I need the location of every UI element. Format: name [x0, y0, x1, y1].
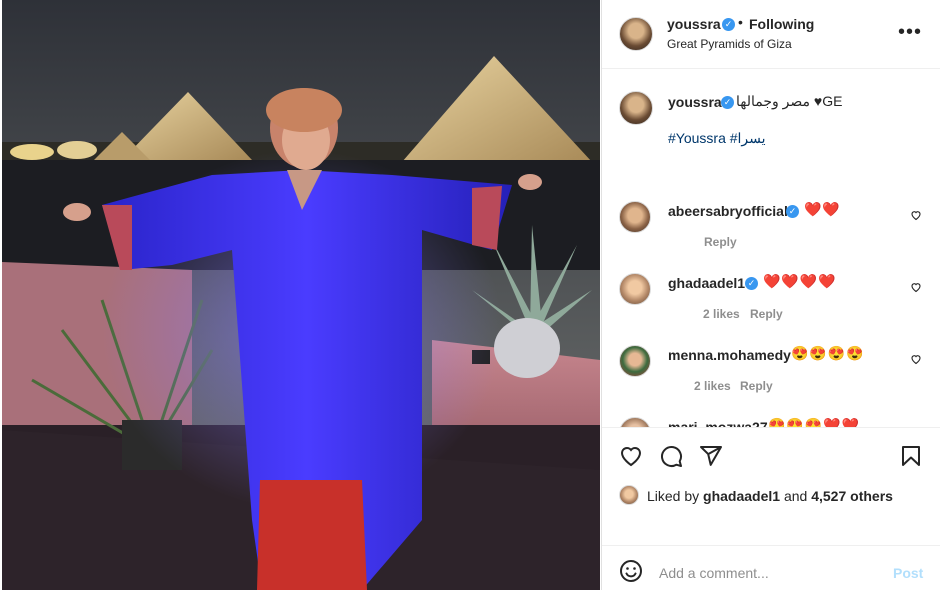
likes-prefix: Liked by: [647, 488, 700, 504]
separator-dot: •: [738, 14, 743, 30]
commenter-username[interactable]: mari_mozwa27: [668, 419, 768, 427]
comment-text: ❤️❤️: [804, 201, 841, 217]
comment-like-heart-icon[interactable]: [910, 353, 922, 365]
commenter-username[interactable]: abeersabryofficial: [668, 203, 788, 219]
likes-middle: and: [783, 488, 808, 504]
author-avatar[interactable]: [619, 17, 653, 51]
reply-button[interactable]: Reply: [750, 307, 783, 321]
caption-hashtags[interactable]: #Youssra #يسرا: [668, 130, 766, 147]
verified-badge-icon: ✓: [786, 205, 799, 218]
verified-badge-icon: ✓: [721, 96, 734, 109]
post-side-panel: youssra ✓ • Following Great Pyramids of …: [601, 0, 940, 590]
post-caption: youssra ✓ مصر وجمالها ♥︎GE #Youssra #يسر…: [602, 69, 940, 189]
caption-author-avatar[interactable]: [619, 91, 653, 125]
commenter-avatar[interactable]: [619, 345, 651, 377]
likes-others-count[interactable]: 4,527 others: [811, 488, 893, 504]
pyramids-night-scene: [2, 0, 600, 590]
reply-button[interactable]: Reply: [704, 235, 737, 249]
comment-like-heart-icon[interactable]: [910, 209, 922, 221]
comments-list[interactable]: abeersabryofficial ✓ ❤️❤️ Reply ghadaade…: [602, 189, 940, 427]
post-actions: Liked by ghadaadel1 and 4,527 others: [602, 427, 940, 545]
comment-item: abeersabryofficial ✓ ❤️❤️ Reply: [602, 189, 940, 261]
bookmark-icon[interactable]: [899, 444, 923, 468]
comment-text: 😍😍😍❤️❤️: [768, 417, 861, 427]
heart-icon[interactable]: [619, 444, 643, 468]
comment-icon[interactable]: [659, 444, 683, 468]
comment-like-heart-icon[interactable]: [910, 281, 922, 293]
post-photo[interactable]: [2, 0, 600, 590]
following-button[interactable]: Following: [749, 16, 814, 32]
add-comment-bar: Add a comment... Post: [602, 545, 940, 590]
author-username[interactable]: youssra: [667, 16, 721, 32]
smile-icon[interactable]: [619, 559, 643, 583]
commenter-avatar[interactable]: [619, 201, 651, 233]
add-comment-input[interactable]: Add a comment...: [659, 565, 769, 581]
liker-username[interactable]: ghadaadel1: [703, 488, 780, 504]
comment-likes-count[interactable]: 2 likes: [703, 307, 740, 321]
post-comment-button[interactable]: Post: [893, 565, 923, 581]
more-options-icon[interactable]: •••: [898, 22, 922, 42]
location-link[interactable]: Great Pyramids of Giza: [667, 37, 792, 51]
reply-button[interactable]: Reply: [740, 379, 773, 393]
commenter-avatar[interactable]: [619, 417, 651, 427]
comment-item: ghadaadel1 ✓ ❤️❤️❤️❤️ 2 likes Reply: [602, 261, 940, 333]
share-icon[interactable]: [699, 444, 723, 468]
verified-badge-icon: ✓: [722, 18, 735, 31]
commenter-username[interactable]: menna.mohamedy: [668, 347, 791, 363]
verified-badge-icon: ✓: [745, 277, 758, 290]
comment-likes-count[interactable]: 2 likes: [694, 379, 731, 393]
comment-text: ❤️❤️❤️❤️: [763, 273, 837, 289]
commenter-avatar[interactable]: [619, 273, 651, 305]
liker-avatar: [619, 485, 639, 505]
comment-item: menna.mohamedy 😍😍😍😍 2 likes Reply: [602, 333, 940, 405]
post-header: youssra ✓ • Following Great Pyramids of …: [602, 0, 940, 69]
caption-username[interactable]: youssra: [668, 94, 722, 110]
comment-text: 😍😍😍😍: [791, 345, 865, 361]
caption-text: مصر وجمالها ♥︎GE: [736, 93, 843, 109]
comment-item: mari_mozwa27 😍😍😍❤️❤️: [602, 405, 940, 427]
commenter-username[interactable]: ghadaadel1: [668, 275, 745, 291]
